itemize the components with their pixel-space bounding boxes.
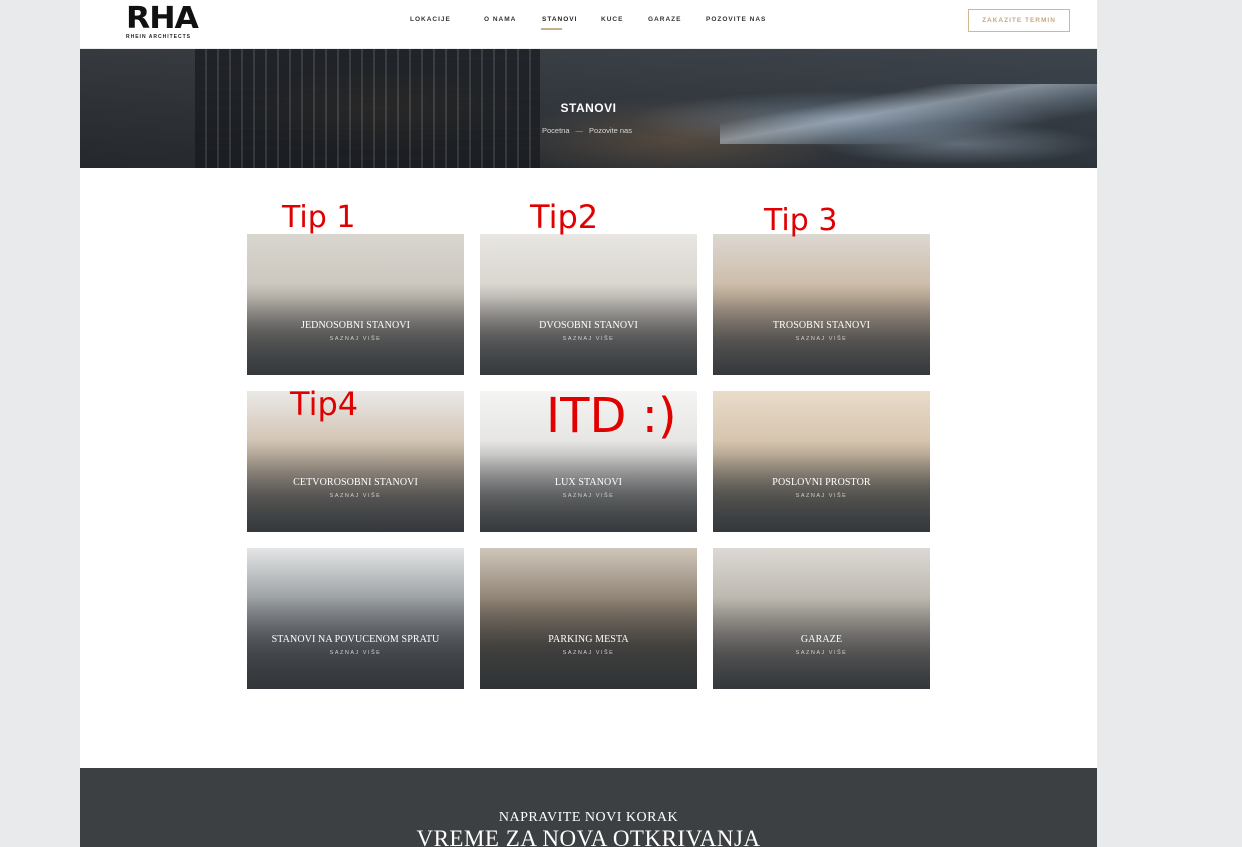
hero-banner: STANOVI Pocetna — Pozovite nas: [80, 49, 1097, 168]
card-title: PARKING MESTA: [548, 634, 629, 645]
card-poslovni[interactable]: POSLOVNI PROSTOR SAZNAJ VIŠE: [713, 391, 930, 532]
nav-garaze[interactable]: GARAZE: [648, 16, 681, 23]
card-title: POSLOVNI PROSTOR: [772, 477, 871, 488]
card-trosobni[interactable]: TROSOBNI STANOVI SAZNAJ VIŠE: [713, 234, 930, 375]
nav-stanovi[interactable]: STANOVI: [542, 16, 577, 23]
annotation-tip3: Tip 3: [764, 203, 838, 238]
breadcrumb-separator: —: [575, 126, 584, 135]
card-title: STANOVI NA POVUCENOM SPRATU: [271, 634, 440, 645]
main-nav: LOKACIJE O NAMA STANOVI KUCE GARAZE POZO…: [80, 0, 1097, 49]
card-jednosobni[interactable]: JEDNOSOBNI STANOVI SAZNAJ VIŠE: [247, 234, 464, 375]
card-more-link[interactable]: SAZNAJ VIŠE: [480, 650, 697, 656]
card-title: LUX STANOVI: [554, 477, 623, 488]
annotation-tip4: Tip4: [290, 385, 359, 423]
site-header: RHA RHEIN ARCHITECTS LOKACIJE O NAMA STA…: [80, 0, 1097, 49]
nav-kuce[interactable]: KUCE: [601, 16, 623, 23]
annotation-tip1: Tip 1: [282, 200, 356, 235]
card-title: GARAZE: [800, 634, 843, 645]
page: RHA RHEIN ARCHITECTS LOKACIJE O NAMA STA…: [80, 0, 1097, 847]
card-overlay: [247, 548, 464, 689]
annotation-tip2: Tip2: [530, 198, 599, 236]
card-more-link[interactable]: SAZNAJ VIŠE: [247, 650, 464, 656]
card-povuceni-sprat[interactable]: STANOVI NA POVUCENOM SPRATU SAZNAJ VIŠE: [247, 548, 464, 689]
card-more-link[interactable]: SAZNAJ VIŠE: [480, 336, 697, 342]
nav-active-indicator: [541, 28, 562, 30]
band-title: VREME ZA NOVA OTKRIVANJA: [416, 826, 761, 847]
card-more-link[interactable]: SAZNAJ VIŠE: [713, 493, 930, 499]
card-more-link[interactable]: SAZNAJ VIŠE: [247, 493, 464, 499]
card-overlay: [247, 234, 464, 375]
card-more-link[interactable]: SAZNAJ VIŠE: [480, 493, 697, 499]
cta-band: NAPRAVITE NOVI KORAK VREME ZA NOVA OTKRI…: [80, 768, 1097, 847]
breadcrumb: Pocetna — Pozovite nas: [542, 126, 632, 135]
card-dvosobni[interactable]: DVOSOBNI STANOVI SAZNAJ VIŠE: [480, 234, 697, 375]
card-garaze[interactable]: GARAZE SAZNAJ VIŠE: [713, 548, 930, 689]
card-parking[interactable]: PARKING MESTA SAZNAJ VIŠE: [480, 548, 697, 689]
card-overlay: [713, 234, 930, 375]
card-more-link[interactable]: SAZNAJ VIŠE: [713, 650, 930, 656]
card-overlay: [480, 548, 697, 689]
card-overlay: [713, 391, 930, 532]
card-overlay: [480, 234, 697, 375]
card-title: TROSOBNI STANOVI: [772, 320, 871, 331]
card-more-link[interactable]: SAZNAJ VIŠE: [713, 336, 930, 342]
card-title: JEDNOSOBNI STANOVI: [300, 320, 411, 331]
breadcrumb-home[interactable]: Pocetna: [542, 126, 570, 135]
page-title: STANOVI: [560, 101, 617, 115]
card-more-link[interactable]: SAZNAJ VIŠE: [247, 336, 464, 342]
book-appointment-button[interactable]: ZAKAZITE TERMIN: [968, 9, 1070, 32]
annotation-itd: ITD :): [546, 388, 677, 444]
nav-lokacije[interactable]: LOKACIJE: [410, 16, 451, 23]
band-subtitle: NAPRAVITE NOVI KORAK: [498, 810, 679, 825]
card-title: CETVOROSOBNI STANOVI: [293, 477, 418, 488]
card-title: DVOSOBNI STANOVI: [539, 320, 638, 331]
nav-pozovite-nas[interactable]: POZOVITE NAS: [706, 16, 766, 23]
nav-o-nama[interactable]: O NAMA: [484, 16, 516, 23]
breadcrumb-current: Pozovite nas: [589, 126, 632, 135]
card-overlay: [713, 548, 930, 689]
